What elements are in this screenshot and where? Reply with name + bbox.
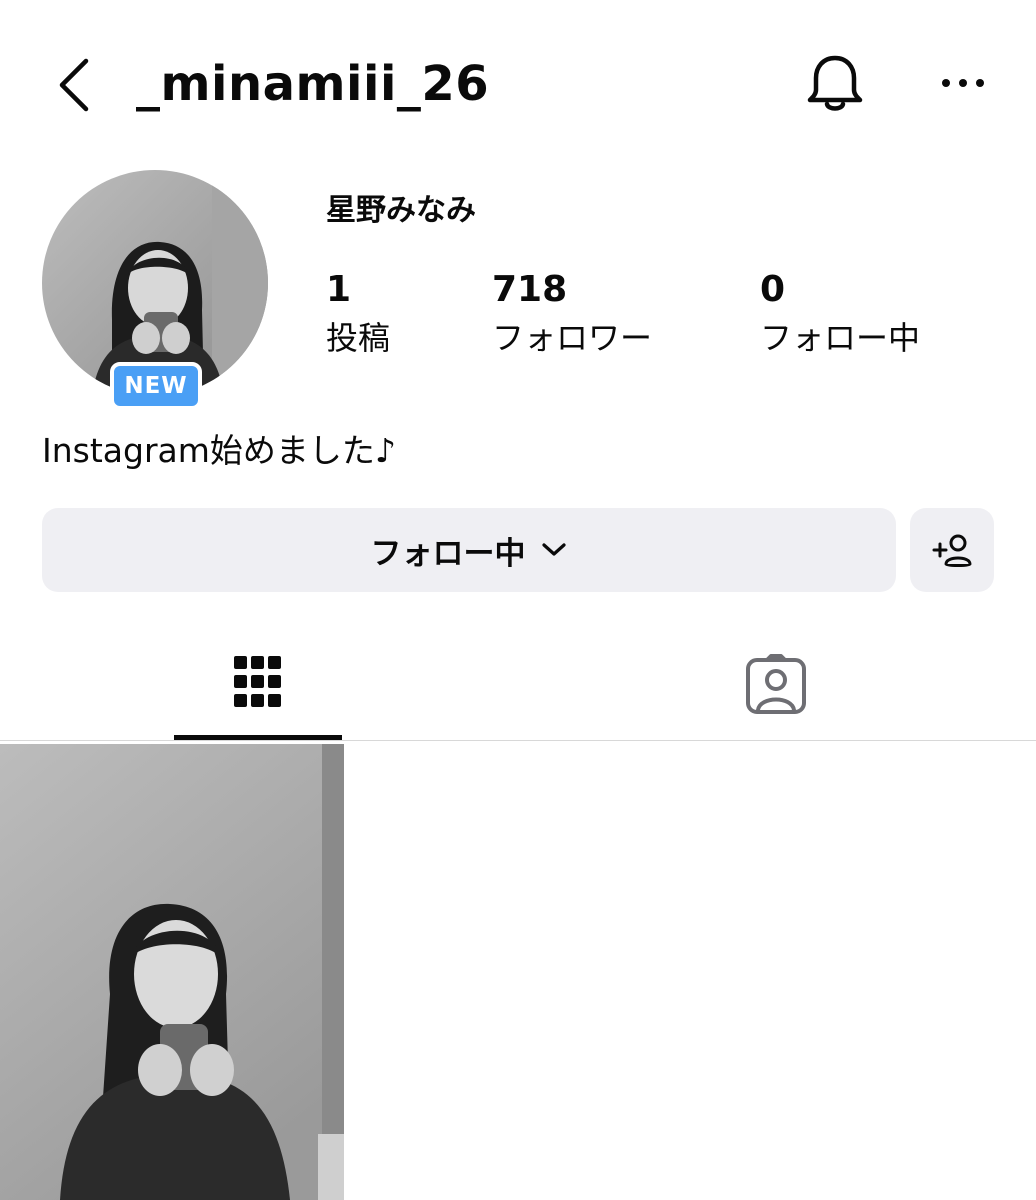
tagged-user-icon bbox=[746, 654, 806, 714]
following-button-label: フォロー中 bbox=[370, 535, 526, 572]
notification-button[interactable] bbox=[804, 52, 866, 116]
new-badge: NEW bbox=[110, 362, 202, 410]
chevron-down-icon bbox=[541, 543, 566, 556]
following-button[interactable]: フォロー中 bbox=[42, 508, 896, 592]
post-thumbnail[interactable] bbox=[0, 744, 344, 1200]
posts-count[interactable]: 1 投稿 bbox=[326, 268, 390, 362]
followers-count[interactable]: 718 フォロワー bbox=[492, 268, 652, 362]
followers-count-value: 718 bbox=[492, 269, 568, 310]
following-count-value: 0 bbox=[760, 269, 786, 310]
profile-page: _minamiii_26 NEW 星野みなみ 1 投稿 718 フォロワー 0 … bbox=[0, 0, 1036, 1200]
posts-count-label: 投稿 bbox=[326, 319, 391, 357]
add-user-button[interactable] bbox=[910, 508, 994, 592]
add-user-icon bbox=[932, 534, 972, 567]
grid-icon bbox=[234, 656, 281, 707]
page-title: _minamiii_26 bbox=[136, 56, 490, 112]
tab-posts-grid[interactable] bbox=[174, 640, 342, 740]
post-photo bbox=[0, 744, 344, 1200]
more-horizontal-icon bbox=[942, 79, 984, 87]
bio-text: Instagram始めました♪ bbox=[42, 431, 396, 470]
followers-count-label: フォロワー bbox=[492, 319, 653, 357]
bell-icon bbox=[807, 55, 863, 111]
more-options-button[interactable] bbox=[938, 68, 988, 98]
following-count-label: フォロー中 bbox=[760, 319, 921, 357]
tab-tagged[interactable] bbox=[692, 640, 860, 740]
posts-count-value: 1 bbox=[326, 269, 352, 310]
display-name: 星野みなみ bbox=[326, 193, 476, 228]
back-button[interactable] bbox=[50, 55, 100, 115]
following-count[interactable]: 0 フォロー中 bbox=[760, 268, 920, 362]
tabs-divider bbox=[0, 740, 1036, 741]
chevron-left-icon bbox=[59, 58, 89, 112]
